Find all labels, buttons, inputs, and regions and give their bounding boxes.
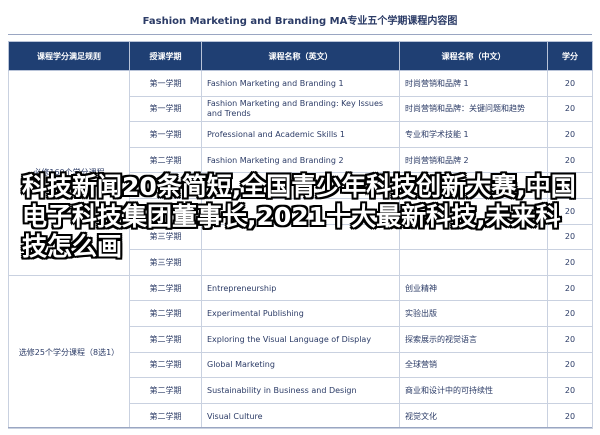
cell-name-en: Experimental Publishing <box>201 300 400 327</box>
cell-name-en: Global Marketing <box>201 351 400 379</box>
cell-name-en: Fashion Marketing and Branding 2 <box>201 146 400 174</box>
cell-name-en: Sustainability in Business and Design <box>201 377 400 404</box>
header-credits: 学分 <box>547 41 593 71</box>
table-row: 选修25个学分课程（8选1） 第二学期 Entrepreneurship 创业精… <box>8 274 593 430</box>
bottom-divider <box>8 427 592 428</box>
cell-name-cn: 创业精神 <box>399 274 548 302</box>
table-header-row: 课程学分满足规则 授课学期 课程名称（英文） 课程名称（中文） 学分 <box>8 41 593 71</box>
cell-name-cn: 时尚营销和品牌 2 <box>399 146 548 174</box>
document-page: Fashion Marketing and Branding MA专业五个学期课… <box>0 0 600 435</box>
cell-credits: 20 <box>547 351 593 379</box>
cell-name-en: Fashion Marketing and Branding: Key Issu… <box>201 95 400 123</box>
overlay-headline: 科技新闻20条简短,全国青少年科技创新大赛,中国电子科技集团董事长,2021十大… <box>22 172 576 261</box>
cell-semester: 第二学期 <box>129 402 202 430</box>
cell-credits: 20 <box>547 325 593 353</box>
cell-name-cn: 商业和设计中的可持续性 <box>399 377 548 404</box>
table-row: 必修160个学分课程 第一学期 Fashion Marketing and Br… <box>8 70 593 276</box>
cell-name-cn: 视觉文化 <box>399 402 548 430</box>
cell-semester: 第二学期 <box>129 351 202 379</box>
cell-name-cn: 实验出版 <box>399 300 548 327</box>
cell-name-en: Professional and Academic Skills 1 <box>201 121 400 148</box>
cell-semester: 第二学期 <box>129 377 202 404</box>
cell-name-en: Entrepreneurship <box>201 274 400 302</box>
cell-credits: 20 <box>547 402 593 430</box>
cell-credits: 20 <box>547 377 593 404</box>
page-title: Fashion Marketing and Branding MA专业五个学期课… <box>142 16 458 27</box>
cell-semester: 第一学期 <box>129 95 202 123</box>
header-semester: 授课学期 <box>129 41 202 71</box>
header-group: 课程学分满足规则 <box>8 41 130 71</box>
cell-name-en: Exploring the Visual Language of Display <box>201 325 400 353</box>
cell-name-cn: 探索展示的视觉语言 <box>399 325 548 353</box>
cell-name-cn: 时尚营销和品牌：关键问题和趋势 <box>399 95 548 123</box>
cell-credits: 20 <box>547 70 593 97</box>
cell-credits: 20 <box>547 121 593 148</box>
cell-name-cn: 全球营销 <box>399 351 548 379</box>
cell-name-cn: 专业和学术技能 1 <box>399 121 548 148</box>
header-name-en: 课程名称（英文） <box>201 41 400 71</box>
cell-semester: 第二学期 <box>129 274 202 302</box>
header-name-cn: 课程名称（中文） <box>399 41 548 71</box>
group-elective: 选修25个学分课程（8选1） <box>8 274 130 430</box>
cell-name-cn: 时尚营销和品牌 1 <box>399 70 548 97</box>
cell-credits: 20 <box>547 95 593 123</box>
cell-credits: 20 <box>547 274 593 302</box>
cell-credits: 20 <box>547 300 593 327</box>
cell-semester: 第二学期 <box>129 325 202 353</box>
cell-credits: 20 <box>547 146 593 174</box>
cell-semester: 第二学期 <box>129 146 202 174</box>
cell-semester: 第一学期 <box>129 121 202 148</box>
cell-semester: 第二学期 <box>129 300 202 327</box>
cell-semester: 第一学期 <box>129 70 202 97</box>
top-divider <box>8 34 592 35</box>
cell-name-en: Fashion Marketing and Branding 1 <box>201 70 400 97</box>
cell-name-en: Visual Culture <box>201 402 400 430</box>
